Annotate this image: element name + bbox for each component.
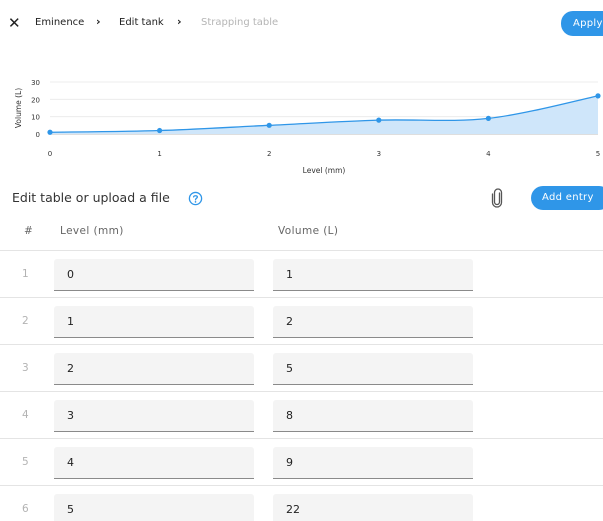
paperclip-icon[interactable]	[490, 188, 504, 208]
data-point	[376, 117, 382, 123]
table-row: 2 1 2	[0, 297, 603, 344]
add-entry-button[interactable]: Add entry	[531, 186, 603, 210]
level-input[interactable]: 0	[54, 259, 254, 291]
level-input[interactable]: 3	[54, 400, 254, 432]
column-header-level: Level (mm)	[60, 225, 124, 237]
help-circle-icon[interactable]	[188, 191, 203, 206]
column-header-index: #	[24, 225, 34, 237]
y-tick-label: 0	[36, 131, 40, 139]
y-axis-title: Volume (L)	[14, 88, 23, 128]
x-tick-label: 5	[596, 150, 600, 158]
volume-input[interactable]: 9	[273, 447, 473, 479]
x-tick-label: 1	[157, 150, 161, 158]
section-title: Edit table or upload a file	[12, 190, 170, 205]
strapping-chart: 0 10 20 30 0 1 2 3 4 5 Level (mm) Volume (L)	[14, 79, 601, 175]
level-input[interactable]: 4	[54, 447, 254, 479]
volume-input[interactable]: 1	[273, 259, 473, 291]
close-icon[interactable]: ✕	[8, 14, 24, 32]
volume-input[interactable]: 5	[273, 353, 473, 385]
row-number: 4	[22, 409, 29, 421]
level-input[interactable]: 5	[54, 494, 254, 521]
top-bar: ✕ Eminence › Edit tank › Strapping table…	[0, 0, 603, 46]
x-tick-label: 0	[48, 150, 52, 158]
level-input[interactable]: 2	[54, 353, 254, 385]
y-tick-label: 10	[31, 114, 40, 122]
series-area	[50, 95, 598, 134]
table-row: 5 4 9	[0, 438, 603, 485]
table-row: 4 3 8	[0, 391, 603, 438]
row-number: 3	[22, 362, 29, 374]
level-input[interactable]: 1	[54, 306, 254, 338]
breadcrumb-edit-tank[interactable]: Edit tank	[119, 16, 164, 30]
volume-input[interactable]: 22	[273, 494, 473, 521]
y-tick-label: 20	[31, 96, 40, 104]
breadcrumb-strapping-table: Strapping table	[201, 17, 279, 28]
chevron-right-icon: ›	[177, 15, 182, 28]
volume-input[interactable]: 2	[273, 306, 473, 338]
row-number: 5	[22, 456, 29, 468]
row-number: 1	[22, 268, 29, 280]
row-number: 2	[22, 315, 29, 327]
chevron-right-icon: ›	[96, 15, 101, 28]
breadcrumb-eminence[interactable]: Eminence	[35, 16, 84, 30]
x-tick-label: 4	[486, 150, 491, 158]
volume-input[interactable]: 8	[273, 400, 473, 432]
table-row: 6 5 22	[0, 485, 603, 521]
data-point	[595, 93, 601, 99]
x-axis-title: Level (mm)	[303, 166, 346, 175]
column-header-volume: Volume (L)	[278, 225, 339, 237]
data-point	[485, 115, 491, 121]
data-point	[47, 129, 53, 135]
data-point	[266, 122, 272, 128]
table-row: 3 2 5	[0, 344, 603, 391]
row-number: 6	[22, 503, 29, 515]
x-tick-label: 2	[267, 150, 271, 158]
table-row: 1 0 1	[0, 250, 603, 297]
x-tick-label: 3	[377, 150, 381, 158]
y-tick-label: 30	[31, 79, 40, 87]
data-point	[157, 127, 163, 134]
apply-button[interactable]: Apply	[561, 11, 603, 36]
